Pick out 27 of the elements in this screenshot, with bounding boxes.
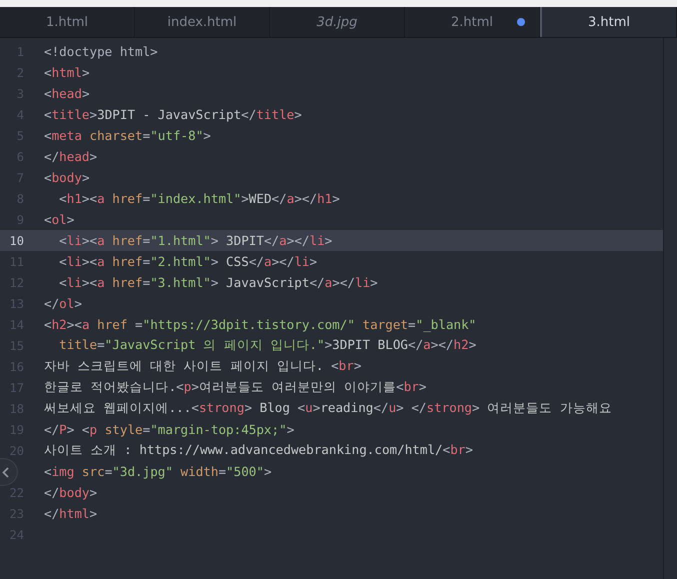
code-line: <title>3DPIT - JavavScript</title>: [44, 107, 302, 122]
modified-dot-icon: [517, 18, 525, 26]
code-line: <meta charset="utf-8">: [44, 128, 211, 143]
code-line: title="JavavScript 의 페이지 입니다.">3DPIT BLOG</a></h2>: [58, 337, 476, 354]
code-line: </P> <p style="margin-top:45px;">: [44, 422, 294, 437]
code-line: </body>: [44, 485, 98, 500]
code-line: <html>: [44, 65, 90, 80]
code-line: <h1><a href="index.html">WED</a></h1>: [58, 191, 340, 206]
code-line: <li><a href="1.html"> 3DPIT</a></li>: [58, 233, 332, 248]
code-line: <li><a href="2.html"> CSS</a></li>: [58, 254, 318, 269]
code-line: <!doctype html>: [44, 44, 158, 59]
code-line: 사이트 소개 : https://www.advancedwebranking.com/html/<br>: [44, 442, 473, 459]
code-line: <head>: [44, 86, 90, 101]
chevron-left-icon: [2, 466, 9, 478]
code-line: 한글로 적어봤습니다.<p>여러분들도 여러분만의 이야기를<br>: [44, 379, 426, 396]
code-line: <img src="3d.jpg" width="500">: [44, 464, 272, 479]
code-line: </html>: [44, 506, 98, 521]
code-line: <h2><a href ="https://3dpit.tistory.com/" target="_blank": [44, 317, 476, 332]
code-line: <ol>: [44, 212, 74, 227]
code-line: </ol>: [44, 296, 82, 311]
code-line: <li><a href="3.html"> JavavScript</a></li>: [58, 275, 378, 290]
code-line: 써보세요 웹페이지에...<strong> Blog <u>reading</u> </strong> 여러분들도 가능해요: [44, 400, 612, 417]
line-number: 10: [8, 234, 24, 248]
code-line: 자바 스크립트에 대한 사이트 페이지 입니다. <br>: [44, 358, 362, 375]
editor-tab[interactable]: 3.html: [540, 7, 677, 37]
code-line: <body>: [44, 170, 90, 185]
code-line: </head>: [44, 149, 98, 164]
